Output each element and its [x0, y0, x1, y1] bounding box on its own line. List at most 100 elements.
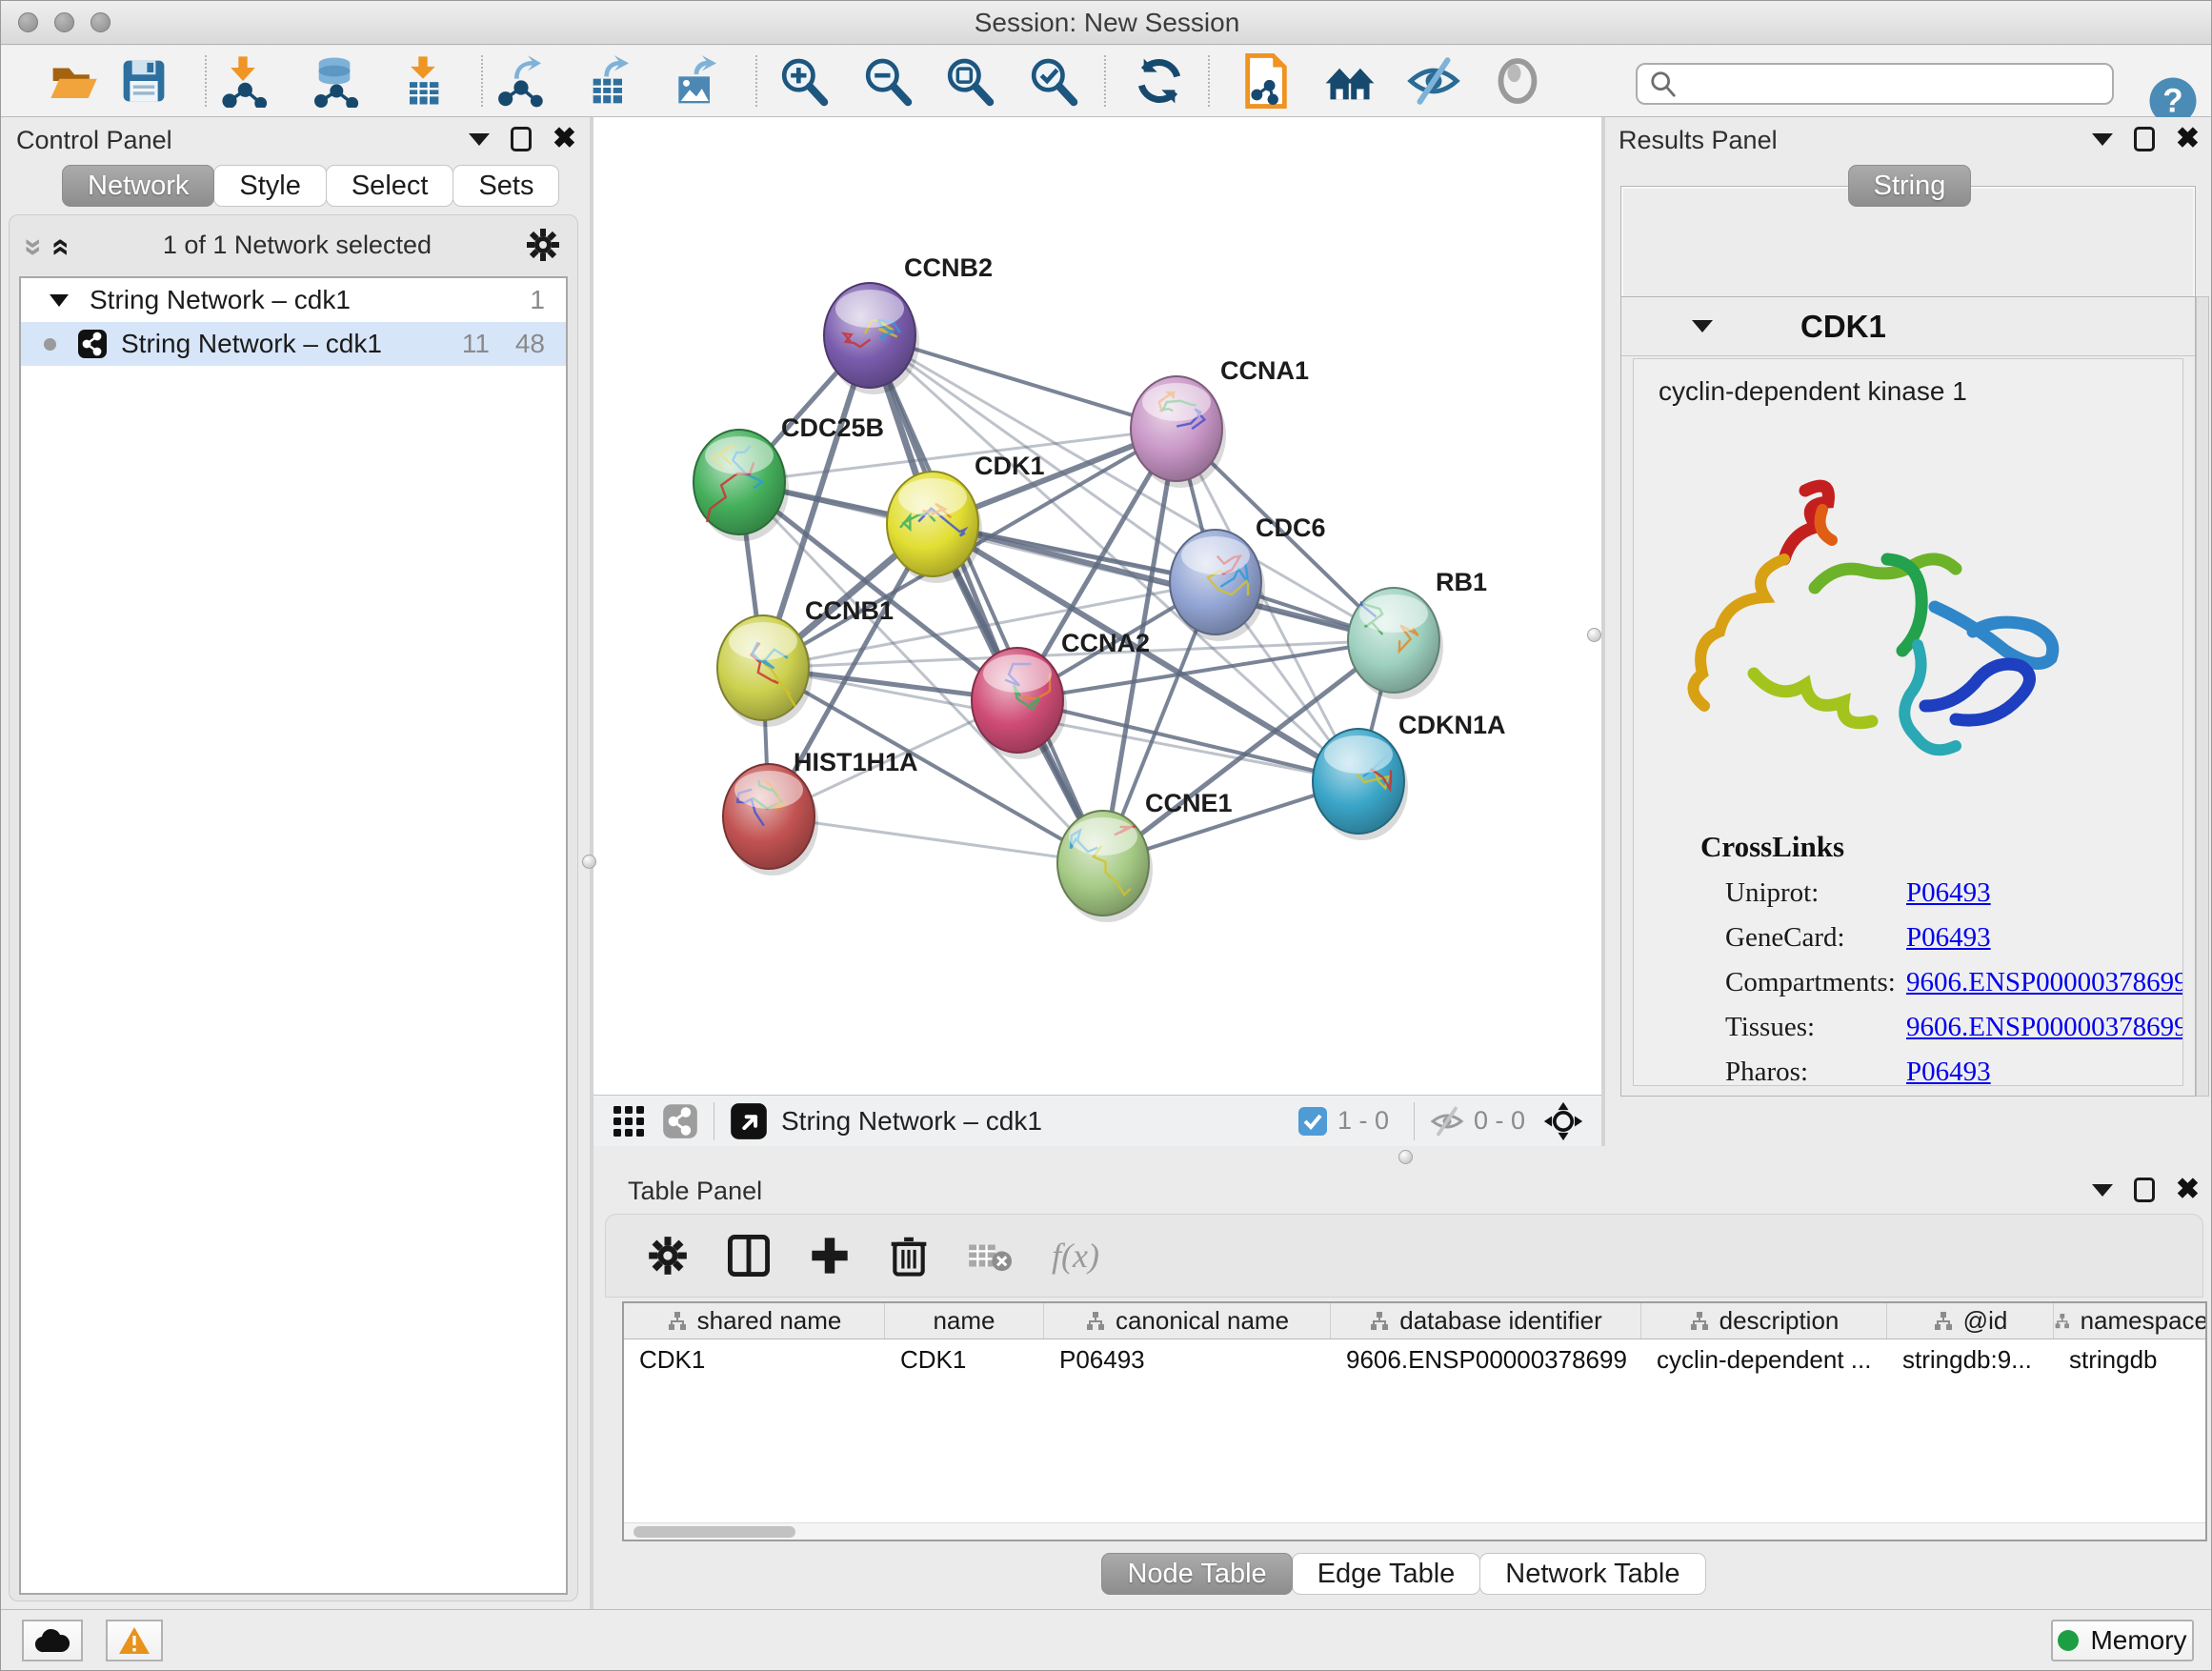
- collapse-all-networks-button[interactable]: »: [27, 227, 41, 264]
- table-cell[interactable]: 9606.ENSP00000378699: [1331, 1339, 1641, 1379]
- expand-all-networks-button[interactable]: «: [41, 227, 69, 264]
- panel-menu-button[interactable]: [2092, 133, 2113, 146]
- save-session-button[interactable]: [113, 51, 174, 111]
- panel-float-button[interactable]: [511, 127, 532, 151]
- column-header[interactable]: canonical name: [1044, 1303, 1331, 1339]
- panel-menu-button[interactable]: [2092, 1184, 2113, 1197]
- crosslink-genecard-link[interactable]: P06493: [1906, 922, 1991, 954]
- grid-view-button[interactable]: [613, 1105, 645, 1137]
- show-columns-button[interactable]: [728, 1235, 770, 1277]
- column-header[interactable]: @id: [1887, 1303, 2054, 1339]
- table-cell[interactable]: cyclin-dependent ...: [1641, 1339, 1887, 1379]
- collapse-section-icon[interactable]: [1692, 320, 1713, 332]
- search-input[interactable]: [1685, 67, 2112, 101]
- panel-float-button[interactable]: [2134, 1178, 2155, 1202]
- refresh-button[interactable]: [1129, 51, 1190, 111]
- tab-network-table[interactable]: Network Table: [1479, 1553, 1705, 1595]
- function-builder-button[interactable]: f(x): [1052, 1236, 1099, 1276]
- toolbar-separator: [481, 55, 483, 107]
- tree-expand-icon[interactable]: [50, 294, 69, 307]
- node-ccnb2[interactable]: CCNB2: [824, 253, 993, 394]
- edge[interactable]: [769, 816, 1103, 863]
- zoom-out-button[interactable]: [856, 51, 917, 111]
- node-cdc6[interactable]: CDC6: [1170, 513, 1326, 641]
- import-table-from-file-button[interactable]: [392, 51, 453, 111]
- column-header[interactable]: namespace: [2054, 1303, 2207, 1339]
- tab-node-table[interactable]: Node Table: [1101, 1553, 1292, 1595]
- network-row[interactable]: String Network – cdk1 11 48: [21, 322, 566, 366]
- create-column-button[interactable]: [810, 1236, 850, 1276]
- hide-selected-button[interactable]: [1403, 51, 1464, 111]
- panel-menu-button[interactable]: [469, 133, 490, 146]
- table-cell[interactable]: CDK1: [624, 1339, 885, 1379]
- network-canvas[interactable]: CCNB2CCNA1CDC25BCDK1CDC6RB1CCNB1CCNA2CDK…: [602, 117, 1593, 1095]
- edge[interactable]: [870, 335, 1103, 863]
- table-horizontal-scrollbar[interactable]: [624, 1522, 2205, 1540]
- results-scrollbar[interactable]: [2196, 296, 2209, 1097]
- open-session-button[interactable]: [43, 51, 104, 111]
- network-options-button[interactable]: [526, 228, 560, 262]
- table-cell[interactable]: P06493: [1044, 1339, 1331, 1379]
- zoom-in-button[interactable]: [773, 51, 834, 111]
- memory-button[interactable]: Memory: [2051, 1620, 2194, 1661]
- crosslink-tissues-link[interactable]: 9606.ENSP00000378699: [1906, 1012, 2183, 1043]
- node-ccne1[interactable]: CCNE1: [1057, 789, 1233, 922]
- tab-string[interactable]: String: [1848, 165, 1972, 207]
- tab-style[interactable]: Style: [213, 165, 326, 207]
- birds-eye-view-button[interactable]: [1542, 1100, 1584, 1142]
- export-table-button[interactable]: [578, 51, 639, 111]
- delete-table-button[interactable]: [968, 1238, 1012, 1274]
- splitter-grip[interactable]: [1398, 1150, 1413, 1164]
- node-cdkn1a[interactable]: CDKN1A: [1313, 711, 1506, 840]
- table-cell[interactable]: stringdb:9...: [1887, 1339, 2054, 1379]
- first-neighbors-button[interactable]: [1319, 51, 1380, 111]
- network-view-share-button[interactable]: [662, 1103, 698, 1139]
- tab-sets[interactable]: Sets: [452, 165, 559, 207]
- network-collection-row[interactable]: String Network – cdk1 1: [21, 278, 566, 322]
- node-ccna1[interactable]: CCNA1: [1131, 356, 1309, 488]
- toolbar-separator: [1104, 55, 1106, 107]
- tab-select[interactable]: Select: [326, 165, 454, 207]
- crosslink-compartments-link[interactable]: 9606.ENSP00000378699: [1906, 967, 2183, 998]
- node-ccnb1[interactable]: CCNB1: [717, 596, 894, 727]
- selected-checkbox-icon[interactable]: [1297, 1106, 1328, 1137]
- window-zoom-button[interactable]: [90, 12, 111, 32]
- tab-edge-table[interactable]: Edge Table: [1292, 1553, 1481, 1595]
- panel-close-button[interactable]: ✖: [2176, 1178, 2200, 1202]
- table-cell[interactable]: CDK1: [885, 1339, 1044, 1379]
- table-cell[interactable]: stringdb: [2054, 1339, 2207, 1379]
- column-header[interactable]: database identifier: [1331, 1303, 1641, 1339]
- window-minimize-button[interactable]: [54, 12, 74, 32]
- scrollbar-thumb[interactable]: [633, 1526, 795, 1538]
- export-network-button[interactable]: [491, 51, 552, 111]
- column-header[interactable]: name: [885, 1303, 1044, 1339]
- warnings-button[interactable]: [106, 1620, 163, 1661]
- panel-close-button[interactable]: ✖: [2176, 127, 2200, 151]
- window-close-button[interactable]: [18, 12, 38, 32]
- fit-content-button[interactable]: [938, 51, 999, 111]
- table-row[interactable]: CDK1CDK1P064939606.ENSP00000378699cyclin…: [624, 1339, 2205, 1379]
- zoom-selected-button[interactable]: [1022, 51, 1083, 111]
- table-options-button[interactable]: [648, 1236, 688, 1276]
- crosslink-row: Pharos: P06493: [1725, 1057, 2182, 1086]
- detach-view-button[interactable]: [730, 1102, 768, 1140]
- import-network-from-database-button[interactable]: [304, 51, 365, 111]
- show-all-button[interactable]: [1487, 51, 1548, 111]
- splitter-grip[interactable]: [1587, 628, 1601, 642]
- gene-section-header[interactable]: CDK1: [1621, 297, 2195, 356]
- node-hist1h1a[interactable]: HIST1H1A: [723, 748, 918, 876]
- crosslink-pharos-link[interactable]: P06493: [1906, 1057, 1991, 1086]
- panel-close-button[interactable]: ✖: [553, 127, 576, 151]
- splitter-grip[interactable]: [582, 855, 596, 869]
- crosslink-uniprot-link[interactable]: P06493: [1906, 877, 1991, 909]
- column-header[interactable]: description: [1641, 1303, 1887, 1339]
- tab-network[interactable]: Network: [62, 165, 214, 207]
- column-header[interactable]: shared name: [624, 1303, 885, 1339]
- delete-column-button[interactable]: [890, 1235, 928, 1277]
- export-image-button[interactable]: [666, 51, 727, 111]
- cloud-status-button[interactable]: [22, 1620, 83, 1661]
- node-rb1[interactable]: RB1: [1348, 568, 1487, 699]
- import-network-from-file-button[interactable]: [212, 51, 273, 111]
- panel-float-button[interactable]: [2134, 127, 2155, 151]
- network-from-public-databases-button[interactable]: [1236, 51, 1297, 111]
